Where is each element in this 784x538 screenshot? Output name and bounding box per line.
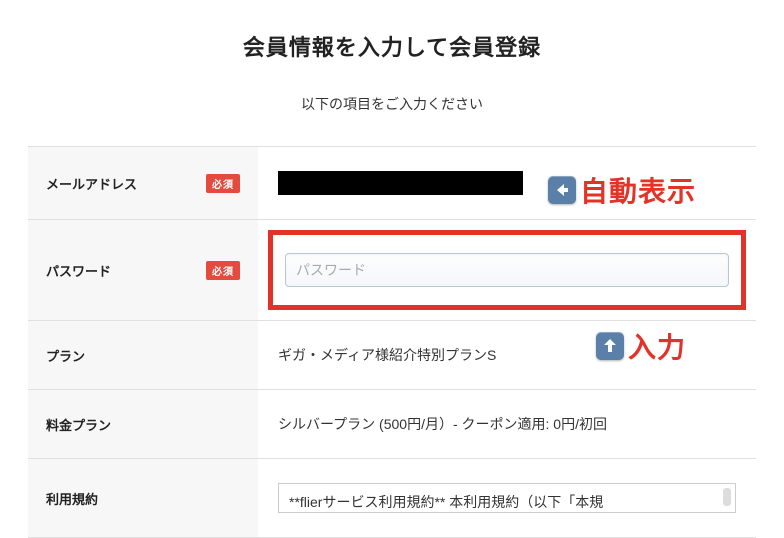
plan-row: プラン ギガ・メディア様紹介特別プランS bbox=[28, 320, 756, 389]
email-row: メールアドレス 必須 bbox=[28, 146, 756, 219]
password-row: パスワード 必須 bbox=[28, 219, 756, 320]
required-badge: 必須 bbox=[206, 261, 240, 280]
password-value-cell bbox=[258, 220, 756, 320]
page-title: 会員情報を入力して会員登録 bbox=[28, 30, 756, 62]
plan-value: ギガ・メディア様紹介特別プランS bbox=[278, 345, 496, 365]
email-label-cell: メールアドレス 必須 bbox=[28, 147, 258, 219]
terms-textarea[interactable]: **flierサービス利用規約** 本利用規約（以下「本規 bbox=[278, 483, 736, 513]
password-input[interactable] bbox=[285, 253, 729, 287]
price-plan-value: シルバープラン (500円/月）- クーポン適用: 0円/初回 bbox=[278, 414, 607, 434]
terms-label: 利用規約 bbox=[46, 489, 98, 508]
registration-form: メールアドレス 必須 パスワード 必須 プラン bbox=[28, 146, 756, 538]
price-plan-label: 料金プラン bbox=[46, 415, 111, 434]
plan-value-cell: ギガ・メディア様紹介特別プランS bbox=[258, 321, 756, 389]
email-redacted bbox=[278, 171, 523, 195]
price-plan-row: 料金プラン シルバープラン (500円/月）- クーポン適用: 0円/初回 bbox=[28, 389, 756, 458]
plan-label: プラン bbox=[46, 346, 85, 365]
email-value-cell bbox=[258, 147, 756, 219]
scrollbar-icon[interactable] bbox=[723, 488, 731, 506]
plan-label-cell: プラン bbox=[28, 321, 258, 389]
terms-value-cell: **flierサービス利用規約** 本利用規約（以下「本規 bbox=[258, 459, 756, 537]
password-label: パスワード bbox=[46, 261, 111, 280]
required-badge: 必須 bbox=[206, 174, 240, 193]
password-highlight-box bbox=[268, 230, 746, 310]
price-plan-label-cell: 料金プラン bbox=[28, 390, 258, 458]
instruction-text: 以下の項目をご入力ください bbox=[28, 94, 756, 114]
email-label: メールアドレス bbox=[46, 174, 137, 193]
terms-text: **flierサービス利用規約** 本利用規約（以下「本規 bbox=[289, 494, 603, 510]
password-label-cell: パスワード 必須 bbox=[28, 220, 258, 320]
terms-label-cell: 利用規約 bbox=[28, 459, 258, 537]
terms-row: 利用規約 **flierサービス利用規約** 本利用規約（以下「本規 bbox=[28, 458, 756, 538]
price-plan-value-cell: シルバープラン (500円/月）- クーポン適用: 0円/初回 bbox=[258, 390, 756, 458]
